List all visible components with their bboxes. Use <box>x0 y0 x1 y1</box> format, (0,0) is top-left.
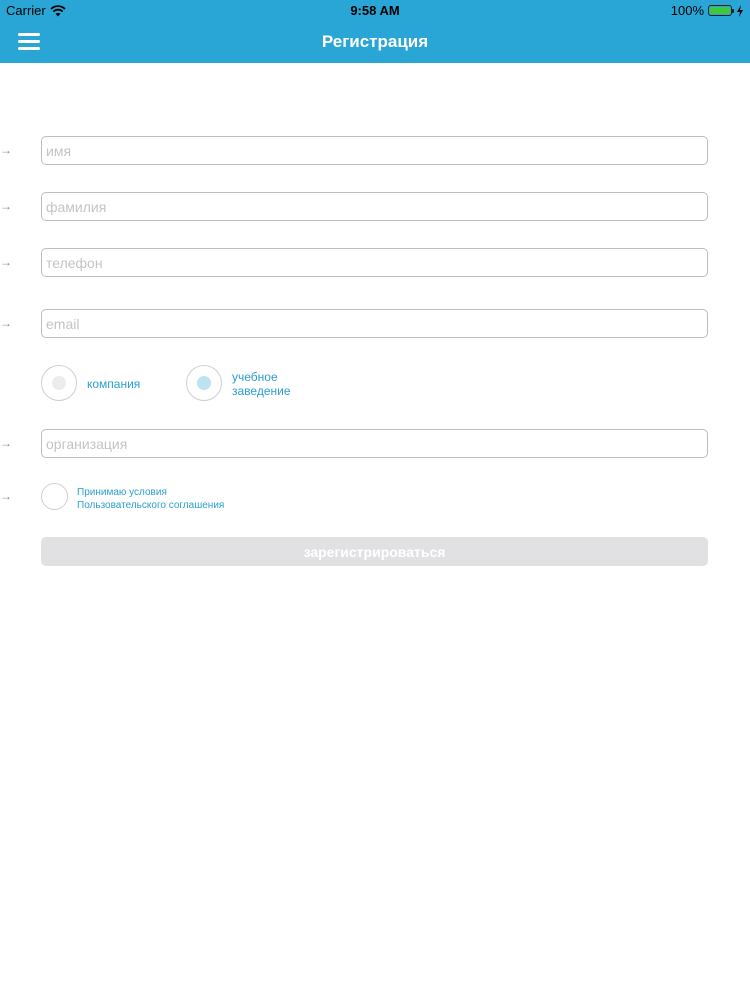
navigation-bar: Регистрация <box>0 22 750 63</box>
email-field[interactable] <box>41 309 708 338</box>
arrow-right-icon: → <box>0 143 12 157</box>
first-name-input[interactable] <box>42 137 707 164</box>
page-title: Регистрация <box>321 32 429 51</box>
company-radio-dot <box>52 376 66 390</box>
organization-field[interactable] <box>41 429 708 458</box>
company-radio[interactable] <box>41 365 77 401</box>
company-radio-label[interactable]: компания <box>87 377 140 391</box>
battery-icon <box>708 5 734 16</box>
phone-field[interactable] <box>41 248 708 277</box>
last-name-field[interactable] <box>41 192 708 221</box>
institution-label-line2: заведение <box>232 384 291 398</box>
status-time: 9:58 AM <box>350 3 400 18</box>
organization-input[interactable] <box>42 430 707 457</box>
terms-checkbox[interactable] <box>41 483 68 510</box>
charging-icon <box>737 4 743 17</box>
status-battery: 100% <box>671 3 744 18</box>
status-bar: Carrier 9:58 AM 100% <box>0 0 750 22</box>
terms-link[interactable]: Пользовательского соглашения <box>77 499 224 512</box>
institution-radio-label[interactable]: учебное заведение <box>232 370 291 398</box>
arrow-right-icon: → <box>0 199 12 213</box>
terms-label[interactable]: Принимаю условия Пользовательского согла… <box>77 486 224 512</box>
first-name-field[interactable] <box>41 136 708 165</box>
register-button[interactable]: зарегистрироваться <box>41 537 708 566</box>
institution-radio[interactable] <box>186 365 222 401</box>
email-input[interactable] <box>42 310 707 337</box>
battery-percentage: 100% <box>670 3 704 18</box>
phone-input[interactable] <box>42 249 707 276</box>
arrow-right-icon: → <box>0 255 12 269</box>
institution-radio-dot <box>197 376 211 390</box>
institution-label-line1: учебное <box>232 370 278 384</box>
arrow-right-icon: → <box>0 316 12 330</box>
arrow-right-icon: → <box>0 436 12 450</box>
last-name-input[interactable] <box>42 193 707 220</box>
terms-line1: Принимаю условия <box>77 487 167 498</box>
arrow-right-icon: → <box>0 489 12 503</box>
